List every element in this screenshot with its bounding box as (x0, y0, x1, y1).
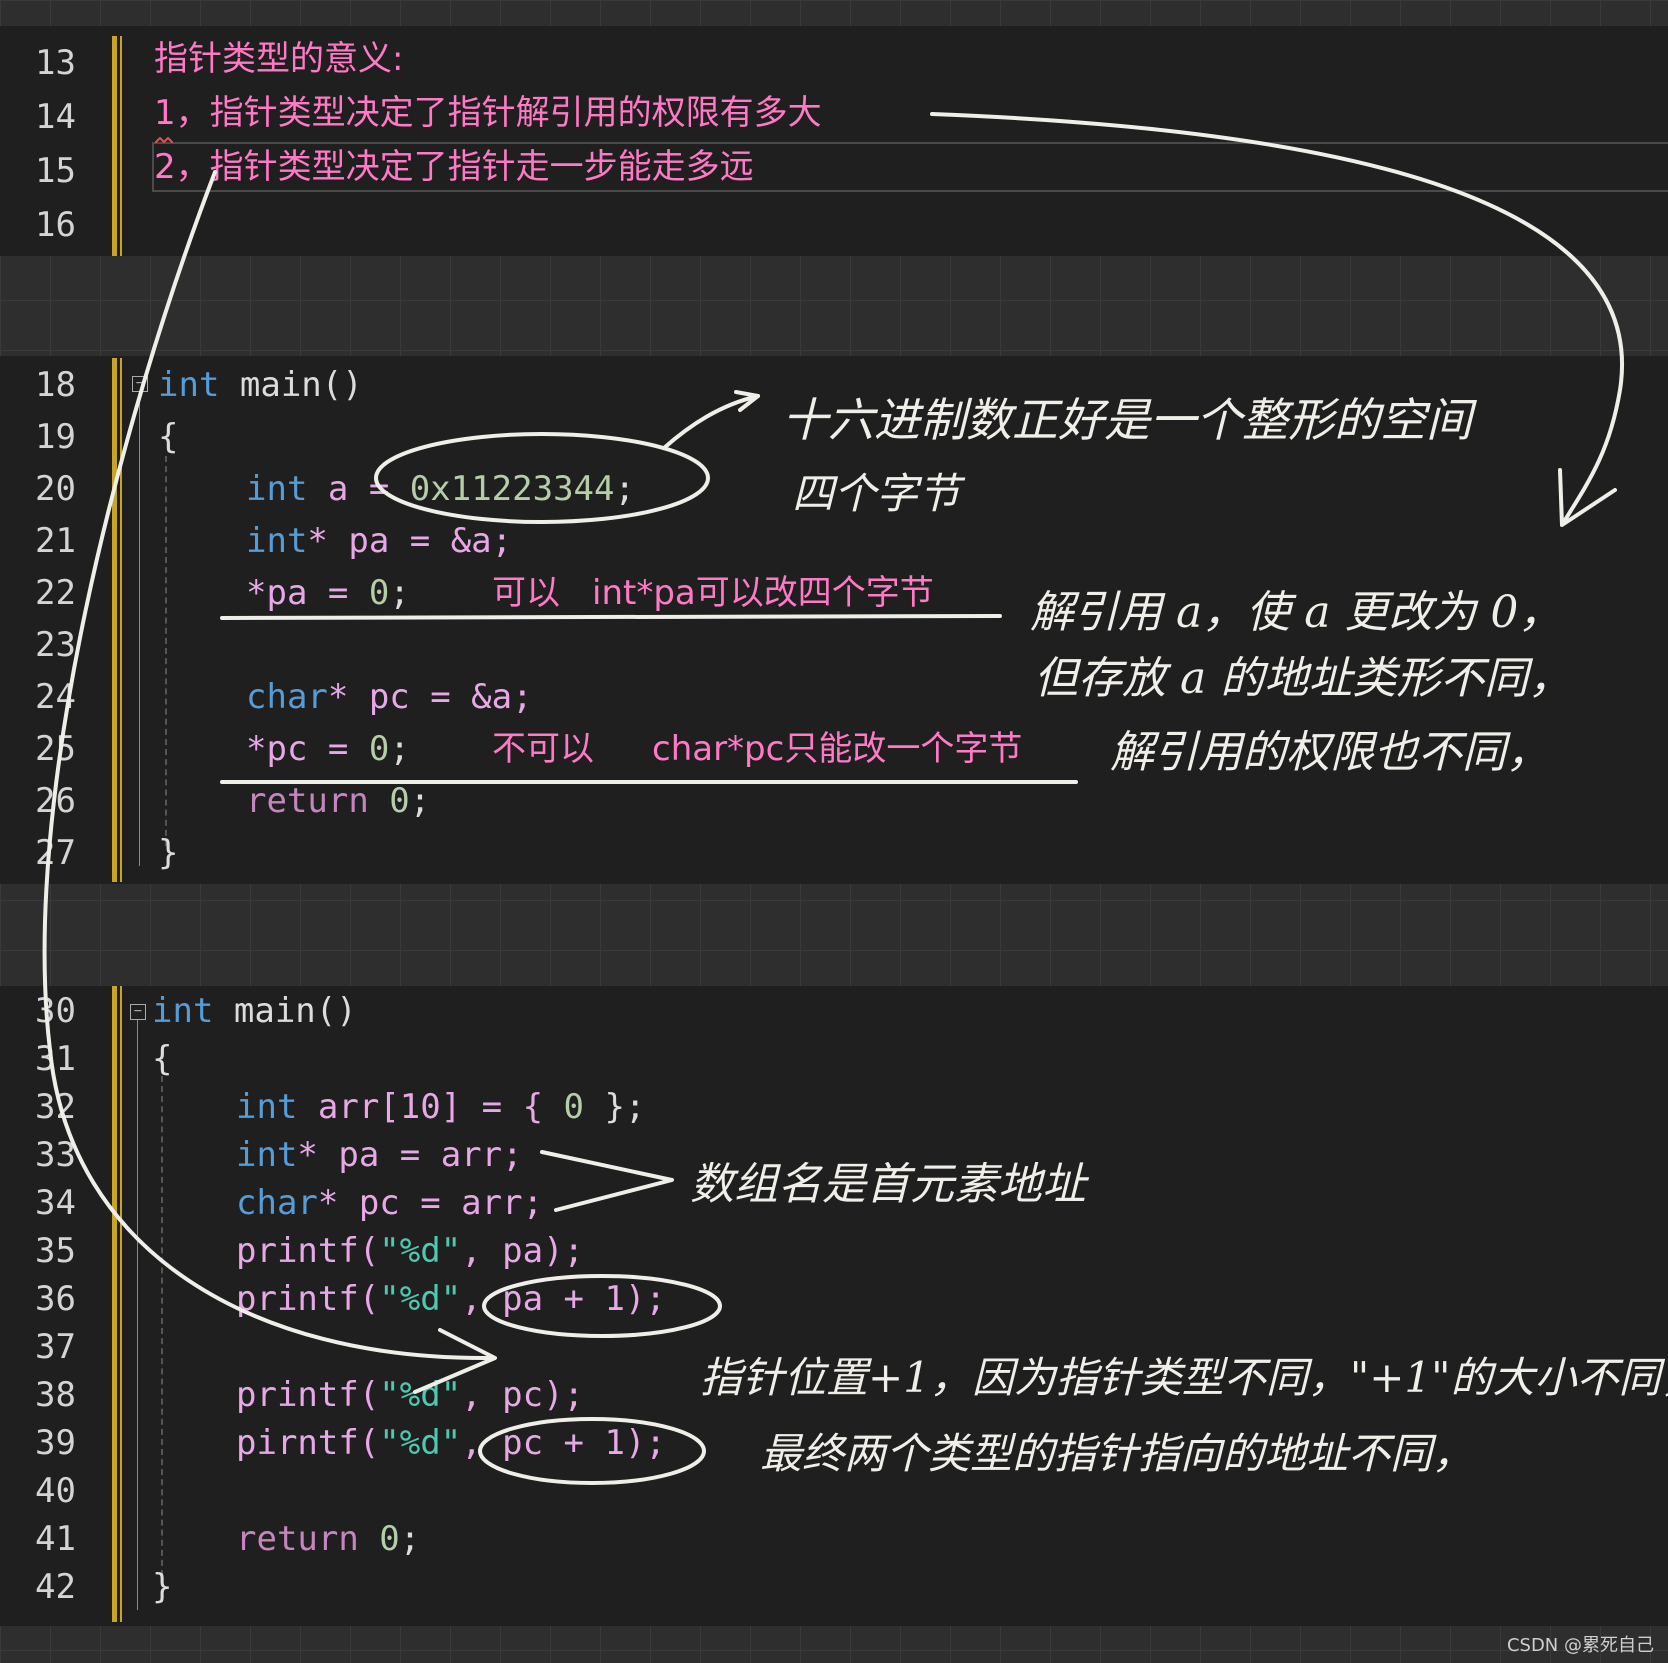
arrow-curve-right (930, 112, 1624, 522)
arrow-array-note (540, 1150, 674, 1212)
arrow-curve-left (42, 170, 492, 1361)
ellipse-hex (374, 432, 710, 524)
spellcheck-squiggle (155, 137, 173, 143)
hex-note-line-1: 十六进制数正好是一个整形的空间 (782, 393, 1472, 447)
hex-note-line-2: 四个字节 (792, 469, 961, 518)
deref-note-line-1: 解引用 a，使 a 更改为 0， (1030, 587, 1563, 638)
step-note-line-1: 指针位置+1，因为指针类型不同，"+1"的大小不同， (700, 1353, 1668, 1402)
handwriting-overlay (42, 112, 1624, 1485)
deref-note-line-3: 解引用的权限也不同， (1110, 727, 1550, 778)
array-note: 数组名是首元素地址 (690, 1159, 1086, 1210)
underline-line-22 (220, 614, 1002, 620)
arrow-hex-note (662, 394, 760, 450)
arrow-head-left (413, 1328, 497, 1394)
step-note-line-2: 最终两个类型的指针指向的地址不同， (760, 1429, 1475, 1478)
ellipse-pa-plus-1 (482, 1274, 722, 1338)
watermark: CSDN @累死自己 (1506, 1635, 1654, 1656)
ellipse-pc-plus-1 (478, 1417, 706, 1485)
deref-note-line-2: 但存放 a 的地址类形不同， (1034, 653, 1573, 704)
